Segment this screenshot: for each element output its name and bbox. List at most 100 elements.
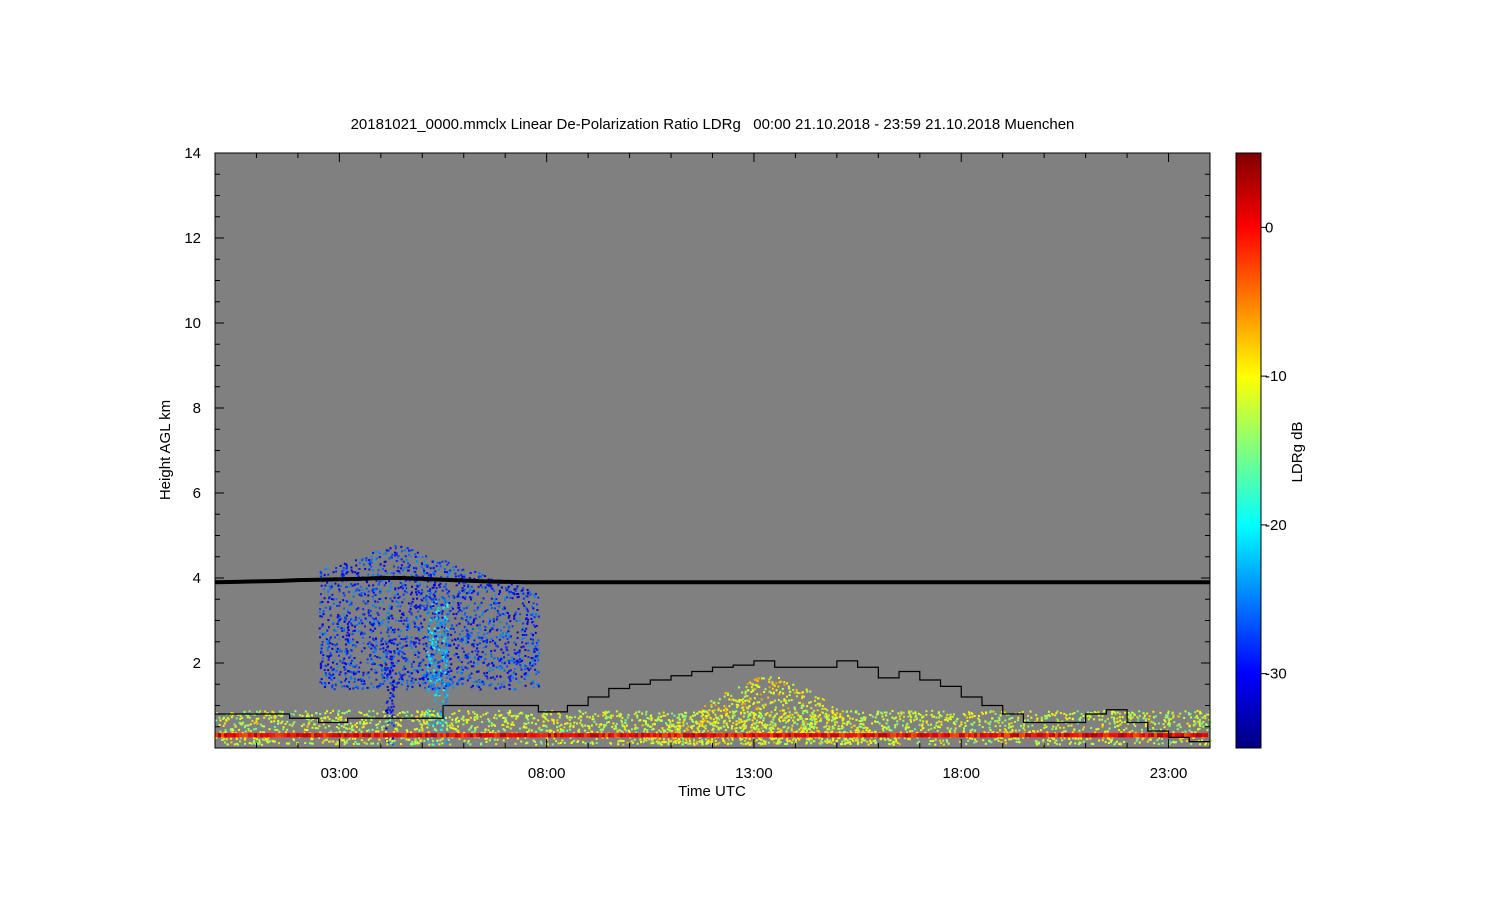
heat-cell [445,627,447,629]
heat-cell [1004,719,1006,721]
heat-cell [489,604,491,606]
heat-cell [493,618,495,620]
heat-cell [435,598,437,600]
heat-cell [345,638,347,640]
heat-cell [245,724,247,726]
heat-cell [359,711,361,713]
heat-cell [463,607,465,609]
heat-cell [411,612,413,614]
heat-cell [236,738,238,740]
heat-cell [466,721,468,723]
heat-cell [334,645,336,647]
heat-cell [528,669,530,671]
heat-cell [613,728,615,730]
heat-cell [1172,716,1174,718]
heat-cell [457,595,459,597]
heat-cell [259,741,261,743]
heat-cell [345,727,347,729]
heat-cell [449,678,451,680]
heat-cell [387,724,389,726]
heat-cell [907,716,909,718]
heat-cell [360,633,362,635]
heat-cell [350,676,352,678]
heat-cell [344,712,346,714]
heat-cell [434,584,436,586]
heat-cell [845,738,847,740]
heat-cell [430,606,432,608]
heat-cell [364,647,366,649]
heat-cell [437,607,439,609]
heat-cell [529,664,531,666]
heat-cell [391,711,393,713]
heat-cell [355,685,357,687]
heat-cell [527,674,529,676]
heat-cell [393,650,395,652]
heat-cell [419,584,421,586]
heat-cell [393,565,395,567]
heat-cell [1142,738,1144,740]
heat-cell [606,716,608,718]
heat-cell [381,669,383,671]
heat-cell [1101,719,1103,721]
heat-cell [398,555,400,557]
heat-cell [1171,713,1173,715]
heat-cell [374,669,376,671]
heat-cell [369,737,371,739]
heat-cell [456,671,458,673]
heat-cell [762,724,764,726]
heat-cell [705,738,707,740]
heat-cell [402,674,404,676]
heat-cell [484,729,486,731]
heat-cell [531,729,533,731]
heat-cell [473,717,475,719]
heat-cell [670,740,672,742]
heat-cell [416,716,418,718]
heat-cell [858,713,860,715]
heat-cell [486,672,488,674]
heat-cell [1183,717,1185,719]
heat-cell [414,553,416,555]
heat-cell [375,641,377,643]
heat-cell [534,616,536,618]
heat-cell [387,700,389,702]
heat-cell [805,725,807,727]
heat-cell [352,738,354,740]
heat-cell [817,697,819,699]
heat-cell [745,725,747,727]
heat-cell [411,686,413,688]
heat-cell [498,710,500,712]
heat-cell [620,740,622,742]
heat-cell [710,723,712,725]
heat-cell [566,730,568,732]
heat-cell [423,570,425,572]
heat-cell [326,710,328,712]
heat-cell [1111,716,1113,718]
heat-cell [718,729,720,731]
heat-cell [669,730,671,732]
heat-cell [435,719,437,721]
heat-cell [595,723,597,725]
heat-cell [466,616,468,618]
heat-cell [289,724,291,726]
heat-cell [347,640,349,642]
heat-cell [324,584,326,586]
heat-cell [723,705,725,707]
heat-cell [550,713,552,715]
heat-cell [994,739,996,741]
heat-cell [515,673,517,675]
heat-cell [230,738,232,740]
heat-cell [508,617,510,619]
heat-cell [369,655,371,657]
heat-cell [801,697,803,699]
heat-cell [376,645,378,647]
heat-cell [442,635,444,637]
heat-cell [879,723,881,725]
heat-cell [364,568,366,570]
heat-cell [819,703,821,705]
heat-cell [343,739,345,741]
heat-cell [510,680,512,682]
heat-cell [507,612,509,614]
heat-cell [786,696,788,698]
heat-cell [484,626,486,628]
heat-cell [899,743,901,745]
